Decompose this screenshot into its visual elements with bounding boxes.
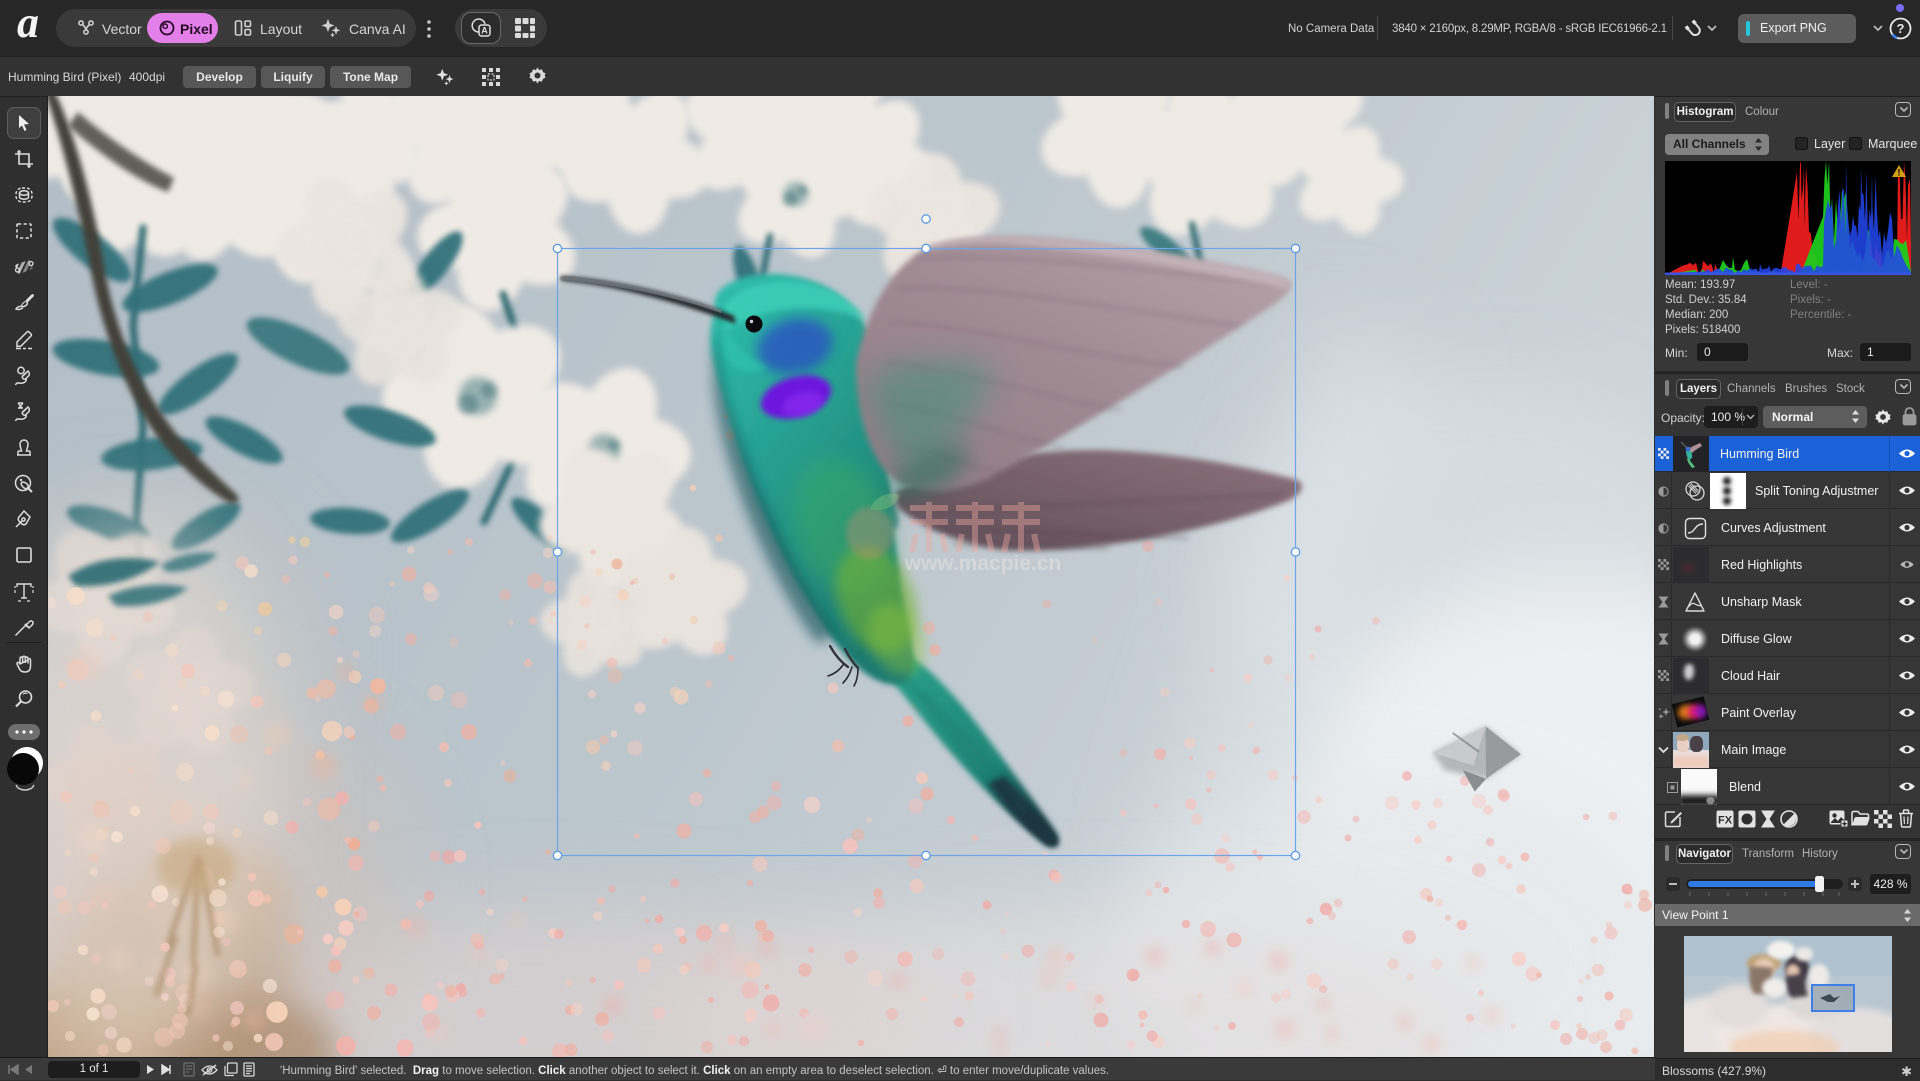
svg-text:?: ? (1897, 21, 1905, 36)
svg-text:!: ! (1898, 168, 1901, 178)
svg-text:A: A (481, 26, 488, 36)
svg-text:www.macpie.cn: www.macpie.cn (904, 552, 1062, 575)
svg-text:FX: FX (1718, 815, 1733, 827)
